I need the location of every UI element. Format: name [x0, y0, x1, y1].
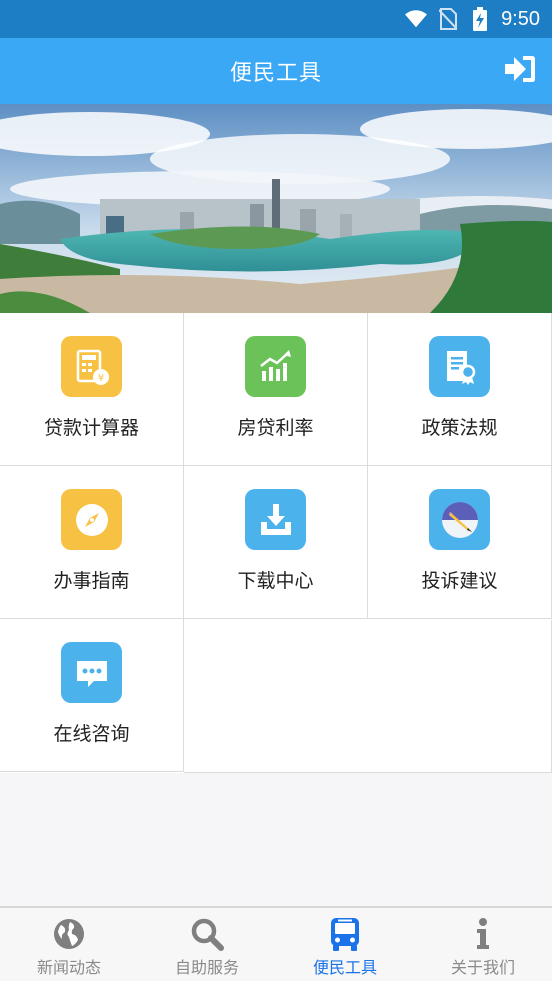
empty-grid-cell: [184, 620, 552, 773]
app-bar: 便民工具: [0, 38, 552, 104]
tool-label: 房贷利率: [237, 417, 314, 439]
battery-charging-icon: [469, 7, 491, 31]
login-icon: [503, 54, 537, 88]
page-title: 便民工具: [229, 61, 322, 86]
tab-about-us[interactable]: 关于我们: [414, 908, 552, 981]
download-tray-icon: [245, 489, 306, 550]
tool-download-center[interactable]: 下载中心: [184, 466, 368, 619]
tab-label: 便民工具: [312, 958, 377, 977]
tool-mortgage-rate[interactable]: 房贷利率: [184, 313, 368, 466]
no-sim-icon: [437, 8, 459, 30]
info-icon: [465, 916, 501, 952]
loan-calculator-icon: ¥: [61, 336, 122, 397]
certificate-document-icon: [429, 336, 490, 397]
tab-label: 新闻动态: [36, 958, 101, 977]
tool-label: 下载中心: [237, 570, 314, 592]
tab-news[interactable]: 新闻动态: [0, 908, 138, 981]
clock: 9:50: [501, 7, 540, 30]
tool-complaints-suggestions[interactable]: 投诉建议: [368, 466, 552, 619]
bus-icon: [327, 916, 363, 952]
search-icon: [189, 916, 225, 952]
pen-plate-icon: [429, 489, 490, 550]
tool-label: 政策法规: [421, 417, 498, 439]
rising-chart-icon: [245, 336, 306, 397]
globe-icon: [51, 916, 87, 952]
tool-online-consultation[interactable]: 在线咨询: [0, 619, 184, 772]
tool-label: 投诉建议: [421, 570, 498, 592]
bottom-nav: 新闻动态 自助服务 便民工具 关于我们: [0, 906, 552, 981]
tool-label: 贷款计算器: [43, 417, 139, 439]
tab-convenience-tools[interactable]: 便民工具: [276, 908, 414, 981]
tool-service-guide[interactable]: 办事指南: [0, 466, 184, 619]
tab-label: 关于我们: [450, 958, 515, 977]
login-button[interactable]: [502, 53, 538, 89]
tool-loan-calculator[interactable]: ¥ 贷款计算器: [0, 313, 184, 466]
banner-image[interactable]: [0, 104, 552, 313]
wifi-icon: [405, 8, 428, 30]
tool-label: 在线咨询: [53, 723, 130, 745]
chat-bubble-icon: [61, 642, 122, 703]
tool-policy-regulations[interactable]: 政策法规: [368, 313, 552, 466]
compass-icon: [61, 489, 122, 550]
tool-label: 办事指南: [53, 570, 130, 592]
tab-self-service[interactable]: 自助服务: [138, 908, 276, 981]
tab-label: 自助服务: [174, 958, 239, 977]
svg-text:¥: ¥: [97, 373, 103, 384]
status-bar: 9:50: [0, 0, 552, 38]
tool-grid: ¥ 贷款计算器 房贷利率 政策法规 办事指南 下载中心 投诉建议 在线咨询: [0, 313, 552, 773]
